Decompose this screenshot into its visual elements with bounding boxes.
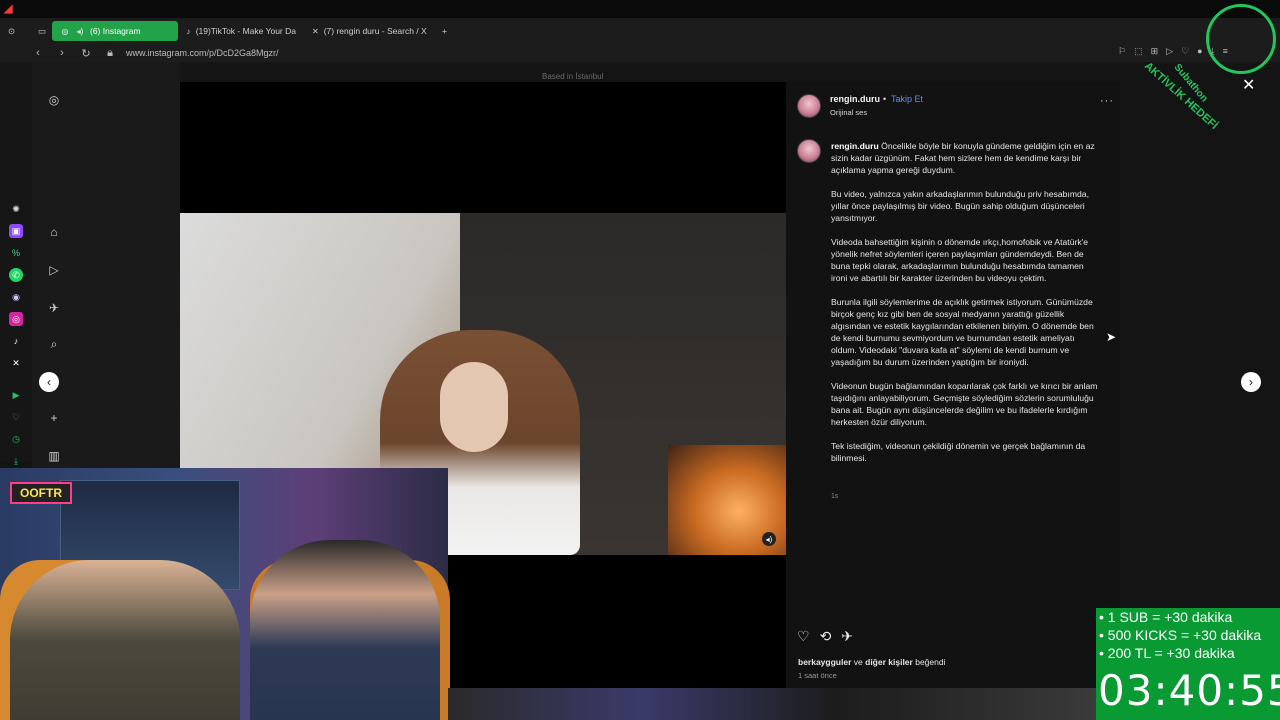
x-sidebar-icon[interactable]: ✕ — [9, 356, 23, 370]
subathon-rule: • 1 SUB = +30 dakika — [1099, 609, 1233, 625]
history-icon[interactable]: ◷ — [9, 432, 23, 446]
like-icon[interactable]: ♡ — [797, 628, 810, 645]
instagram-icon: ◎ — [61, 26, 69, 36]
tiktok-sidebar-icon[interactable]: ♪ — [9, 334, 23, 348]
discord-icon[interactable]: ◉ — [9, 290, 23, 304]
webcam-person-right — [250, 540, 440, 720]
messages-icon[interactable]: ✈ — [46, 300, 62, 316]
tab-bar: ⊙ ▭ ◎ ◂) (6) Instagram ♪ (19)TikTok - Ma… — [0, 18, 1280, 44]
subathon-rule: • 500 KICKS = +30 dakika — [1099, 627, 1262, 643]
browser-logo-icon: ◢ — [4, 3, 13, 15]
browser-sidebar: ✺ ▣ % ✆ ◉ ◎ ♪ ✕ ▶ ♡ ◷ ⤓ — [0, 62, 32, 466]
likes-conjunction: ve — [853, 657, 863, 667]
screenshot-icon[interactable]: ⬚ — [1134, 46, 1143, 57]
tab-label: (6) Instagram — [90, 26, 141, 36]
whatsapp-icon[interactable]: ✆ — [9, 268, 23, 282]
close-icon[interactable]: ✕ — [1242, 75, 1255, 95]
next-post-button[interactable]: › — [1241, 372, 1261, 392]
likes-summary: berkaygguler ve diğer kişiler beğendi — [798, 657, 945, 667]
home-icon[interactable]: ⌂ — [46, 224, 62, 240]
repost-icon[interactable]: ⟲ — [820, 628, 832, 645]
dashboard-icon[interactable]: ▥ — [46, 448, 62, 464]
heart-icon[interactable]: ♡ — [1181, 46, 1189, 57]
caption-paragraph: Bu video, yalnızca yakın arkadaşlarımın … — [831, 189, 1089, 223]
reels-icon[interactable]: ▷ — [46, 262, 62, 278]
webcam-neon-sign: OOFTR — [10, 482, 72, 504]
window-titlebar — [0, 0, 1280, 18]
tab-overview-icon[interactable]: ▭ — [30, 21, 52, 41]
caption-author[interactable]: rengin.duru — [831, 141, 879, 151]
caption-paragraph: Videonun bugün bağlamından koparılarak ç… — [831, 381, 1098, 427]
tab-x-search[interactable]: ✕ (7) rengin duru - Search / X — [304, 21, 434, 41]
caption-paragraph: rengin.duru Öncelikle böyle bir konuyla … — [831, 140, 1101, 176]
more-options-icon[interactable]: ··· — [1100, 95, 1114, 107]
tab-label: (7) rengin duru - Search / X — [323, 26, 427, 36]
subathon-timer: 03:40:55 — [1098, 666, 1280, 715]
speaker-icon[interactable]: ◂) — [75, 26, 85, 36]
caption-paragraph: Tek istediğim, videonun çekildiği dönemi… — [831, 441, 1086, 463]
mute-icon[interactable]: ◂) — [762, 532, 776, 546]
new-tab-button[interactable]: + — [434, 21, 455, 41]
other-likers[interactable]: diğer kişiler — [865, 657, 913, 667]
profile-location: Based in İstanbul — [542, 72, 604, 81]
twitch-icon[interactable]: ▣ — [9, 224, 23, 238]
webcam-person-left — [10, 560, 240, 720]
chatgpt-icon[interactable]: ✺ — [9, 202, 23, 216]
play-sidebar-icon[interactable]: ▶ — [9, 388, 23, 402]
bookmark-icon[interactable]: ⚐ — [1118, 46, 1126, 57]
create-icon[interactable]: + — [46, 410, 62, 426]
stream-bottom-strip — [448, 688, 1096, 720]
tab-instagram[interactable]: ◎ ◂) (6) Instagram — [52, 21, 178, 41]
separator-dot: • — [883, 94, 887, 104]
site-info-icon[interactable]: 🔒︎ — [102, 45, 118, 61]
previous-post-button[interactable]: ‹ — [39, 372, 59, 392]
forward-arrow-icon[interactable]: › — [54, 45, 70, 61]
liker-name[interactable]: berkaygguler — [798, 657, 851, 667]
subathon-rule: • 200 TL = +30 dakika — [1099, 645, 1235, 661]
instagram-sidebar-icon[interactable]: ◎ — [9, 312, 23, 326]
x-icon: ✕ — [312, 26, 319, 36]
tab-tiktok[interactable]: ♪ (19)TikTok - Make Your Da — [178, 21, 304, 41]
browser-menu-icon[interactable]: ⊙ — [0, 21, 30, 41]
search-icon[interactable]: ⌕ — [46, 336, 62, 352]
downloads-sidebar-icon[interactable]: ⤓ — [9, 454, 23, 468]
likes-suffix: beğendi — [915, 657, 946, 667]
back-arrow-icon[interactable]: ‹ — [30, 45, 46, 61]
kick-icon[interactable]: % — [9, 246, 23, 260]
heart-sidebar-icon[interactable]: ♡ — [9, 410, 23, 424]
extensions-icon[interactable]: ⊞ — [1151, 46, 1159, 57]
post-actions: ♡ ⟲ ✈ — [797, 628, 853, 645]
video-person-face — [440, 362, 508, 452]
tab-label: (19)TikTok - Make Your Da — [195, 26, 296, 36]
share-icon[interactable]: ✈ — [841, 628, 853, 645]
follow-button[interactable]: Takip Et — [891, 94, 923, 104]
instagram-logo-icon[interactable]: ◎ — [46, 92, 62, 108]
caption-timestamp: 1s — [831, 493, 839, 500]
author-name[interactable]: rengin.duru — [830, 94, 880, 104]
stream-watermark-ring — [1206, 4, 1276, 74]
audio-label[interactable]: Orijinal ses — [830, 108, 867, 117]
author-avatar[interactable] — [797, 94, 821, 118]
profile-icon[interactable]: ● — [1197, 46, 1202, 57]
mouse-cursor-icon: ➤ — [1106, 330, 1117, 344]
caption-avatar[interactable] — [797, 139, 821, 163]
caption-paragraph: Burunla ilgili söylemlerime de açıklık g… — [831, 297, 1094, 367]
reload-icon[interactable]: ↻ — [78, 45, 94, 61]
instagram-nav: ◎ ⌂ ▷ ✈ ⌕ + ▥ — [32, 62, 180, 468]
tiktok-icon: ♪ — [186, 26, 191, 36]
caption: rengin.duru Öncelikle böyle bir konuyla … — [831, 140, 1101, 476]
post-timestamp: 1 saat önce — [798, 671, 837, 680]
play-icon[interactable]: ▷ — [1166, 46, 1173, 57]
address-bar: ‹ › ↻ 🔒︎ www.instagram.com/p/DcD2Ga8Mgzr… — [0, 44, 1280, 62]
url-field[interactable]: www.instagram.com/p/DcD2Ga8Mgzr/ — [126, 48, 279, 58]
caption-paragraph: Videoda bahsettiğim kişinin o dönemde ır… — [831, 237, 1089, 283]
